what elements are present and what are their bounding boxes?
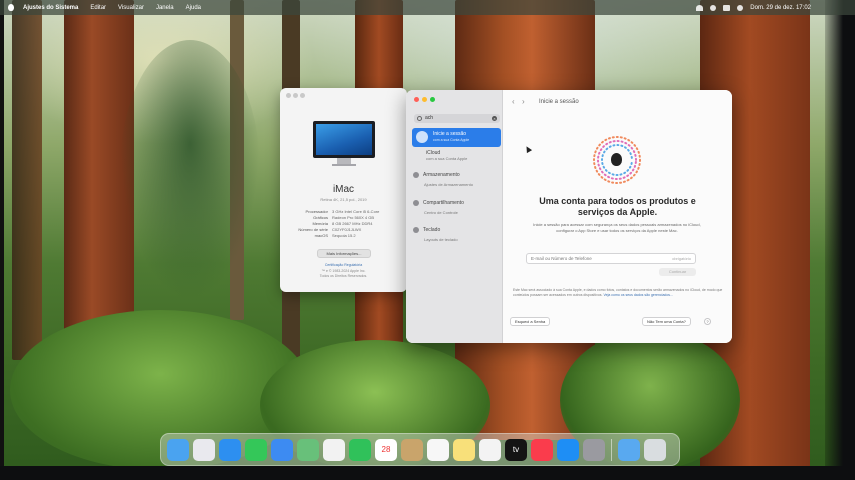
photos-icon[interactable] (323, 438, 345, 461)
back-arrow-icon[interactable]: ‹ (512, 97, 515, 106)
downloads-folder-icon[interactable] (618, 438, 640, 461)
desktop-screen: Ajustes do Sistema Editar Visualizar Jan… (0, 0, 855, 480)
monitor-bezel (825, 0, 855, 480)
search-input[interactable]: ach × (414, 114, 500, 123)
spec-row: macOS Sequoia 15.2 (314, 233, 356, 238)
calendar-icon[interactable]: 28 (375, 438, 397, 461)
email-placeholder: E-mail ou Número de Telefone (531, 256, 592, 261)
calendar-label: 28 (381, 445, 391, 454)
music-icon[interactable] (531, 438, 553, 461)
apple-tv-label: tv (512, 445, 520, 454)
sidebar-item-sublabel[interactable]: Layouts de teclado (424, 237, 458, 242)
sidebar-item-sublabel: com a sua Conta Apple (433, 138, 470, 142)
model-name: iMac (332, 184, 355, 195)
sidebar-item-sharing[interactable]: Compartilhamento (413, 200, 464, 206)
email-field[interactable]: E-mail ou Número de Telefone obrigatório (526, 253, 696, 264)
avatar (416, 131, 428, 143)
menubar-clock[interactable]: Dom. 29 de dez. 17:02 (750, 5, 811, 11)
wifi-icon[interactable] (696, 4, 704, 11)
trash-icon[interactable] (644, 438, 666, 461)
close-button[interactable] (286, 93, 291, 98)
more-info-button[interactable]: Mais Informações... (317, 249, 371, 258)
spec-row: Memória 8 GB 2667 MHz DDR4 (312, 221, 373, 226)
pane-description: Inicie a sessão para acessar com seguran… (533, 222, 701, 233)
sidebar-item-storage[interactable]: Armazenamento (413, 172, 460, 178)
apple-tv-icon[interactable]: tv (505, 438, 527, 461)
status-area: Dom. 29 de dez. 17:02 (696, 0, 811, 15)
required-hint: obrigatório (672, 256, 691, 261)
sidebar-item-sublabel[interactable]: Ajustes de Armazenamento (424, 182, 473, 187)
app-store-icon[interactable] (557, 438, 579, 461)
clear-search-icon[interactable]: × (492, 116, 497, 121)
sidebar-item-sign-in[interactable]: Inicie a sessão com a sua Conta Apple (412, 128, 501, 147)
apple-logo-icon (611, 153, 622, 166)
search-icon[interactable] (710, 4, 717, 11)
spec-row: Gráficos Radeon Pro 560X 4 GB (313, 215, 375, 220)
mail-icon[interactable] (271, 438, 293, 461)
data-management-link[interactable]: Veja como os seus dados são gerenciados.… (603, 293, 672, 297)
sharing-icon (413, 200, 419, 206)
spec-row: Processador 3 GHz Intel Core i5 6-Core (305, 209, 380, 214)
about-this-mac-window: iMac Retina 4K, 21,5 pol., 2019 Processa… (280, 88, 407, 292)
contacts-icon[interactable] (401, 438, 423, 461)
search-icon (417, 116, 422, 121)
storage-icon (413, 172, 419, 178)
app-menu[interactable]: Ajustes do Sistema (23, 5, 78, 11)
control-center-icon[interactable] (723, 4, 731, 11)
regulatory-link[interactable]: Certificação Regulatória (280, 263, 407, 267)
forward-arrow-icon[interactable]: › (522, 97, 525, 106)
zoom-button[interactable] (430, 97, 435, 102)
pane-headline: Uma conta para todos os produtos e servi… (539, 196, 696, 217)
system-settings-icon[interactable] (583, 438, 605, 461)
sidebar-item-keyboard[interactable]: Teclado (413, 227, 440, 233)
minimize-button[interactable] (422, 97, 427, 102)
messages-icon[interactable] (245, 438, 267, 461)
facetime-icon[interactable] (349, 438, 371, 461)
zoom-button[interactable] (300, 93, 305, 98)
tree-trunk (12, 0, 42, 360)
settings-sidebar: ach × Inicie a sessão com a sua Conta Ap… (406, 90, 503, 343)
menu-ajuda[interactable]: Ajuda (186, 5, 201, 11)
pane-title: Inicie a sessão (539, 99, 579, 105)
launchpad-icon[interactable] (193, 438, 215, 461)
model-subtitle: Retina 4K, 21,5 pol., 2019 (320, 197, 367, 202)
system-settings-window: ach × Inicie a sessão com a sua Conta Ap… (406, 90, 732, 343)
dock: 28 tv (160, 433, 680, 466)
notes-icon[interactable] (453, 438, 475, 461)
menu-bar: Ajustes do Sistema Editar Visualizar Jan… (0, 0, 855, 15)
finder-icon[interactable] (167, 438, 189, 461)
imac-image (313, 121, 375, 166)
no-account-button[interactable]: Não Tem uma Conta? (642, 317, 691, 326)
help-button[interactable]: ? (704, 318, 711, 325)
close-button[interactable] (414, 97, 419, 102)
sign-in-pane: ‹ › Inicie a sessão Uma conta para todos… (503, 90, 732, 343)
spec-row: Número de série C02YF0J1JLWX (298, 227, 362, 232)
monitor-bezel (0, 466, 855, 480)
menu-janela[interactable]: Janela (156, 5, 174, 11)
sidebar-item-label: Inicie a sessão (433, 131, 467, 137)
siri-icon[interactable] (737, 4, 744, 11)
maps-icon[interactable] (297, 438, 319, 461)
minimize-button[interactable] (293, 93, 298, 98)
rights-text: Todos os Direitos Reservados. (319, 274, 368, 278)
apple-menu-icon[interactable] (8, 4, 14, 11)
menu-editar[interactable]: Editar (90, 5, 106, 11)
menu-visualizar[interactable]: Visualizar (118, 5, 144, 11)
reminders-icon[interactable] (427, 438, 449, 461)
keyboard-icon (413, 227, 419, 233)
copyright-text: ™ e © 1983-2024 Apple Inc. (321, 269, 366, 273)
freeform-icon[interactable] (479, 438, 501, 461)
sidebar-item-sublabel[interactable]: Centro de Controle (424, 210, 458, 215)
sidebar-item-sublabel: com a sua Conta Apple (426, 156, 468, 161)
legal-notice: Este Mac será associado à sua Conta Appl… (513, 288, 723, 297)
forgot-password-button[interactable]: Esqueci a Senha (510, 317, 551, 326)
safari-icon[interactable] (219, 438, 241, 461)
monitor-bezel (0, 0, 4, 480)
dock-separator (611, 438, 612, 461)
conifer-foliage (120, 40, 260, 300)
search-value: ach (425, 115, 434, 121)
continue-button[interactable]: Continuar (659, 268, 696, 276)
